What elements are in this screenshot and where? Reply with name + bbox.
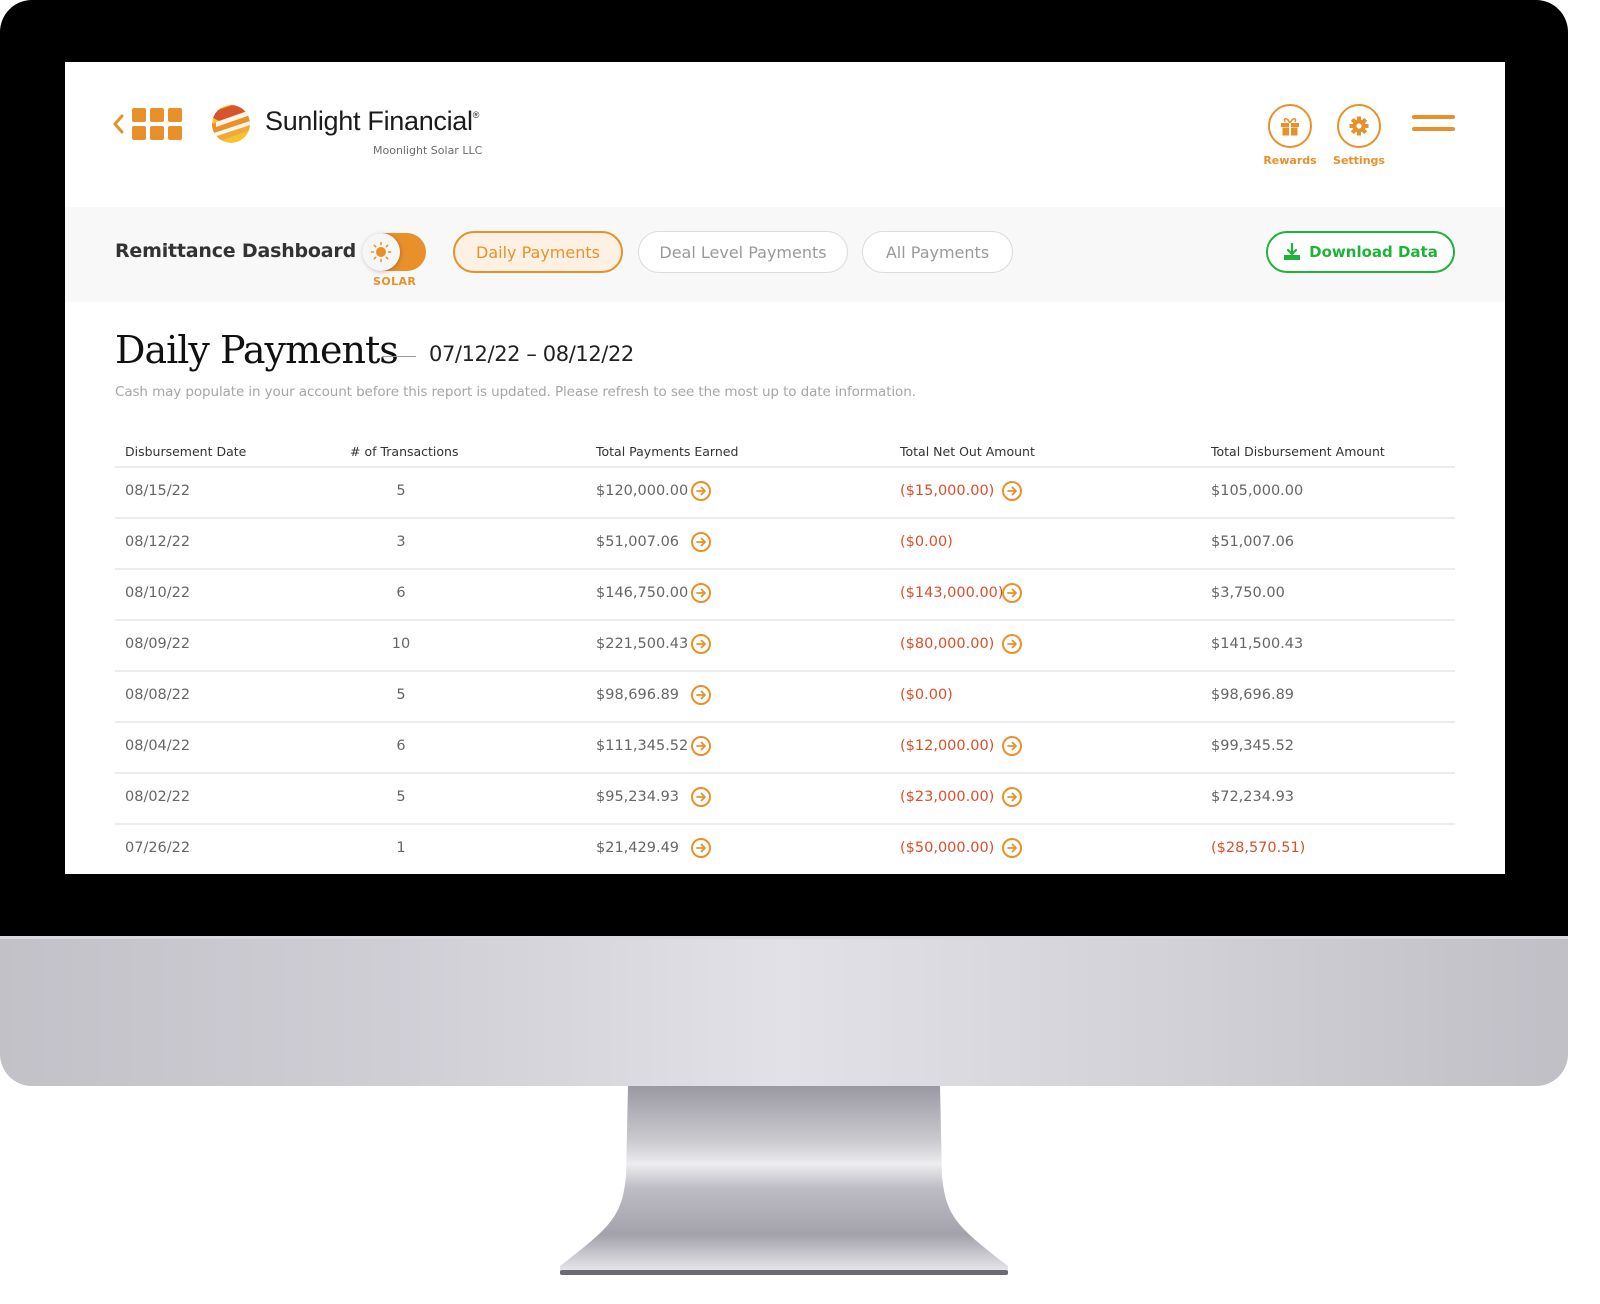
- net-out-details-arrow-icon[interactable]: [1002, 736, 1022, 756]
- disbursement-date: 08/02/22: [125, 789, 191, 805]
- disbursement-amount: $141,500.43: [1211, 636, 1304, 652]
- disbursement-date: 07/26/22: [125, 840, 191, 856]
- company-name: Moonlight Solar LLC: [373, 144, 483, 157]
- payments-earned: $221,500.43: [596, 636, 689, 652]
- disbursement-date: 08/12/22: [125, 534, 191, 550]
- earned-details-arrow-icon[interactable]: [691, 736, 711, 756]
- net-out-details-arrow-icon[interactable]: [1002, 634, 1022, 654]
- disbursement-date: 08/09/22: [125, 636, 191, 652]
- payments-earned: $120,000.00: [596, 483, 689, 499]
- table-row: 08/04/22 6 $111,345.52 ($12,000.00) $99,…: [115, 723, 1455, 774]
- disbursement-amount: $98,696.89: [1211, 687, 1295, 703]
- table-body: 08/15/22 5 $120,000.00 ($15,000.00) $105…: [115, 468, 1455, 874]
- dashboard-title: Remittance Dashboard: [115, 240, 356, 262]
- app-grid-icon[interactable]: [132, 108, 182, 141]
- earned-details-arrow-icon[interactable]: [691, 838, 711, 858]
- earned-details-arrow-icon[interactable]: [691, 685, 711, 705]
- disbursement-amount: $99,345.52: [1211, 738, 1295, 754]
- table-header: Disbursement Date # of Transactions Tota…: [115, 438, 1455, 468]
- download-icon: [1284, 243, 1301, 260]
- earned-details-arrow-icon[interactable]: [691, 481, 711, 501]
- settings-button[interactable]: Settings: [1324, 104, 1394, 167]
- net-out-amount: ($50,000.00): [900, 840, 995, 856]
- disbursement-amount: $72,234.93: [1211, 789, 1295, 805]
- net-out-details-arrow-icon[interactable]: [1002, 838, 1022, 858]
- table-row: 08/02/22 5 $95,234.93 ($23,000.00) $72,2…: [115, 774, 1455, 825]
- settings-label: Settings: [1333, 154, 1385, 167]
- column-header-disbursement[interactable]: Total Disbursement Amount: [1211, 444, 1385, 459]
- column-header-net-out[interactable]: Total Net Out Amount: [900, 444, 1035, 459]
- table-row: 08/09/22 10 $221,500.43 ($80,000.00) $14…: [115, 621, 1455, 672]
- hamburger-icon[interactable]: [1412, 115, 1455, 137]
- dashboard-toolbar: Remittance Dashboard SOLAR Daily Payment…: [65, 207, 1505, 302]
- column-header-transactions[interactable]: # of Transactions: [350, 444, 459, 459]
- disbursement-date: 08/04/22: [125, 738, 191, 754]
- rewards-label: Rewards: [1263, 154, 1317, 167]
- net-out-details-arrow-icon[interactable]: [1002, 583, 1022, 603]
- chevron-left-icon[interactable]: [111, 113, 125, 135]
- net-out-details-arrow-icon[interactable]: [1002, 787, 1022, 807]
- solar-toggle[interactable]: [362, 233, 426, 271]
- tab-daily-payments[interactable]: Daily Payments: [453, 231, 623, 273]
- table-row: 08/12/22 3 $51,007.06 ($0.00) $51,007.06: [115, 519, 1455, 570]
- column-header-date[interactable]: Disbursement Date: [125, 444, 246, 459]
- disbursement-amount: $3,750.00: [1211, 585, 1285, 601]
- monitor-chin: [0, 936, 1568, 1086]
- disbursement-date: 08/15/22: [125, 483, 191, 499]
- payments-earned: $51,007.06: [596, 534, 680, 550]
- column-header-earned[interactable]: Total Payments Earned: [596, 444, 738, 459]
- disbursement-amount: $105,000.00: [1211, 483, 1304, 499]
- net-out-amount: ($0.00): [900, 687, 953, 703]
- title-divider: [382, 356, 416, 357]
- solar-toggle-label: SOLAR: [373, 275, 417, 288]
- app-screen: Sunlight Financial® Moonlight Solar LLC …: [65, 62, 1505, 874]
- disbursement-amount: ($28,570.51): [1211, 840, 1306, 856]
- payments-earned: $21,429.49: [596, 840, 680, 856]
- gear-icon: [1349, 116, 1369, 136]
- net-out-amount: ($0.00): [900, 534, 953, 550]
- payments-earned: $111,345.52: [596, 738, 689, 754]
- net-out-amount: ($12,000.00): [900, 738, 995, 754]
- brand-name: Sunlight Financial®: [265, 106, 480, 136]
- net-out-amount: ($143,000.00): [900, 585, 1004, 601]
- earned-details-arrow-icon[interactable]: [691, 583, 711, 603]
- disbursement-amount: $51,007.06: [1211, 534, 1295, 550]
- download-data-label: Download Data: [1309, 243, 1438, 261]
- earned-details-arrow-icon[interactable]: [691, 787, 711, 807]
- gift-icon: [1281, 117, 1299, 136]
- rewards-button[interactable]: Rewards: [1255, 104, 1325, 167]
- sunlight-logo-icon: [212, 105, 250, 143]
- table-row: 07/26/22 1 $21,429.49 ($50,000.00) ($28,…: [115, 825, 1455, 874]
- disbursement-date: 08/10/22: [125, 585, 191, 601]
- monitor-stand: [560, 1086, 1008, 1275]
- earned-details-arrow-icon[interactable]: [691, 634, 711, 654]
- earned-details-arrow-icon[interactable]: [691, 532, 711, 552]
- refresh-notice: Cash may populate in your account before…: [115, 384, 916, 400]
- download-data-button[interactable]: Download Data: [1266, 231, 1455, 273]
- table-row: 08/08/22 5 $98,696.89 ($0.00) $98,696.89: [115, 672, 1455, 723]
- app-header: Sunlight Financial® Moonlight Solar LLC …: [65, 62, 1505, 207]
- payments-earned: $98,696.89: [596, 687, 680, 703]
- net-out-amount: ($80,000.00): [900, 636, 995, 652]
- table-row: 08/10/22 6 $146,750.00 ($143,000.00) $3,…: [115, 570, 1455, 621]
- net-out-amount: ($23,000.00): [900, 789, 995, 805]
- sun-icon: [370, 241, 392, 263]
- tab-deal-level-payments[interactable]: Deal Level Payments: [638, 231, 848, 273]
- payments-table: Disbursement Date # of Transactions Tota…: [115, 438, 1455, 874]
- net-out-details-arrow-icon[interactable]: [1002, 481, 1022, 501]
- table-row: 08/15/22 5 $120,000.00 ($15,000.00) $105…: [115, 468, 1455, 519]
- date-range: 07/12/22 – 08/12/22: [429, 342, 634, 366]
- page-title: Daily Payments: [115, 328, 399, 372]
- disbursement-date: 08/08/22: [125, 687, 191, 703]
- tab-all-payments[interactable]: All Payments: [862, 231, 1013, 273]
- payments-earned: $146,750.00: [596, 585, 689, 601]
- payments-earned: $95,234.93: [596, 789, 680, 805]
- net-out-amount: ($15,000.00): [900, 483, 995, 499]
